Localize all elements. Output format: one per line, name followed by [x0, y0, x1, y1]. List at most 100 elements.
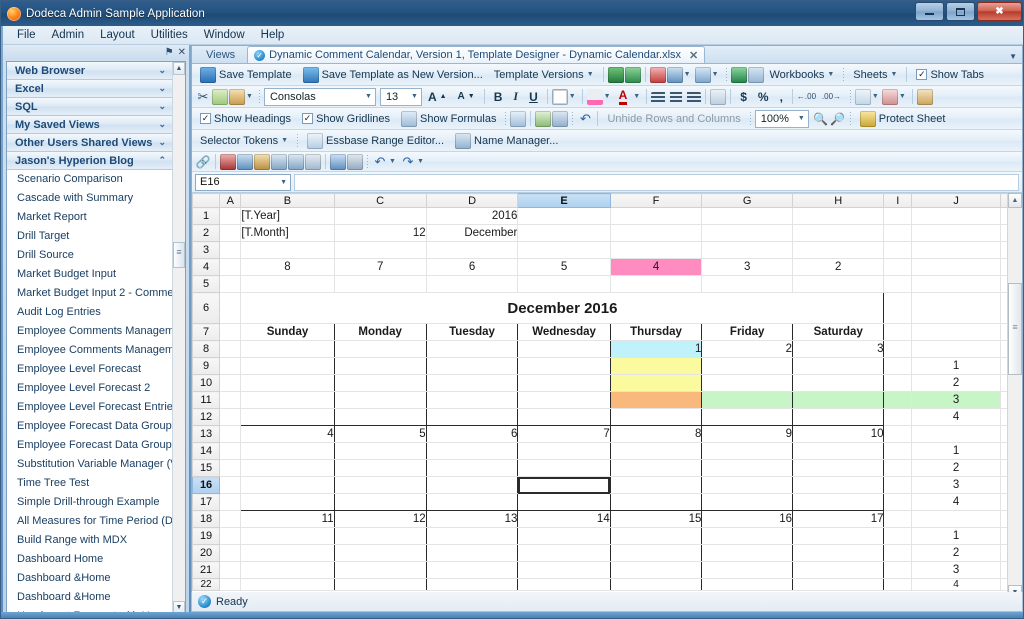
cell-E8[interactable]	[517, 340, 611, 358]
cell-C2[interactable]: 12	[334, 224, 427, 242]
cell-J20[interactable]: 2	[911, 544, 1002, 562]
cell-H18[interactable]: 17	[792, 510, 885, 528]
row-header-13[interactable]: 13	[192, 425, 221, 443]
cell-I7[interactable]	[883, 323, 913, 341]
cell-I17[interactable]	[883, 493, 913, 511]
list-item[interactable]: Employee Level Forecast 2	[7, 379, 172, 398]
pdf-export-icon[interactable]	[649, 66, 666, 83]
fill-color-icon[interactable]	[586, 88, 603, 105]
cell-J17[interactable]: 4	[911, 493, 1002, 511]
show-formulas-button[interactable]: Show Formulas	[396, 109, 501, 128]
row-header-7[interactable]: 7	[192, 323, 221, 341]
cell-C17[interactable]	[334, 493, 427, 511]
cell-B13[interactable]: 4	[240, 425, 335, 443]
cell-J2[interactable]	[911, 224, 1002, 242]
cell-D1[interactable]: 2016	[426, 207, 519, 225]
cell-J10[interactable]: 2	[911, 374, 1002, 392]
cell-D5[interactable]	[426, 275, 519, 293]
grid-vertical-scrollbar[interactable]: ▲ ▼	[1007, 193, 1022, 600]
zoom-out-essbase-icon[interactable]	[254, 153, 270, 170]
worksheet-icon[interactable]	[747, 66, 764, 83]
column-header-b[interactable]: B	[240, 193, 335, 208]
hide-column-icon[interactable]	[535, 110, 552, 127]
cut-icon[interactable]: ✂	[195, 89, 211, 105]
cell-A19[interactable]	[219, 527, 242, 545]
cell-H9[interactable]	[792, 357, 885, 375]
row-header-17[interactable]: 17	[192, 493, 221, 511]
cell-G17[interactable]	[701, 493, 793, 511]
row-header-11[interactable]: 11	[192, 391, 221, 409]
scroll-up-arrow-icon[interactable]: ▲	[173, 62, 185, 75]
accordion-group-web-browser[interactable]: Web Browser ⌄	[7, 62, 172, 80]
tab-views[interactable]: Views	[192, 47, 247, 63]
cell-C5[interactable]	[334, 275, 427, 293]
list-item[interactable]: Scenario Comparison	[7, 170, 172, 189]
drill-through-icon[interactable]	[347, 153, 363, 170]
cell-H21[interactable]	[792, 561, 885, 579]
percent-format-button[interactable]: %	[753, 87, 774, 106]
paste-icon[interactable]	[229, 88, 245, 105]
cell-G15[interactable]	[701, 459, 793, 477]
list-item[interactable]: Employee Forecast Data Grouping 2	[7, 436, 172, 455]
list-item[interactable]: Market Budget Input	[7, 265, 172, 284]
cell-A2[interactable]	[219, 224, 242, 242]
cell-F1[interactable]	[610, 207, 703, 225]
cell-C18[interactable]: 12	[334, 510, 427, 528]
print-icon[interactable]	[666, 66, 683, 83]
column-header-i[interactable]: I	[883, 193, 913, 208]
cell-C9[interactable]	[334, 357, 427, 375]
merge-cells-icon[interactable]	[710, 88, 727, 105]
cell-E20[interactable]	[517, 544, 611, 562]
cell-E10[interactable]	[517, 374, 611, 392]
cell-I16[interactable]	[883, 476, 913, 494]
row-header-15[interactable]: 15	[192, 459, 221, 477]
cell-H15[interactable]	[792, 459, 885, 477]
cell-F5[interactable]	[610, 275, 703, 293]
cell-B18[interactable]: 11	[240, 510, 335, 528]
cell-I8[interactable]	[883, 340, 913, 358]
cell-G4[interactable]: 3	[701, 258, 793, 276]
chevron-down-icon[interactable]: ▼	[712, 71, 719, 78]
cell-C4[interactable]: 7	[334, 258, 427, 276]
minimize-button[interactable]	[915, 2, 944, 21]
align-center-icon[interactable]	[668, 91, 685, 104]
row-header-5[interactable]: 5	[192, 275, 221, 293]
hide-row-icon[interactable]	[552, 110, 569, 127]
column-header-a[interactable]: A	[219, 193, 242, 208]
cell-D8[interactable]	[426, 340, 519, 358]
cell-I10[interactable]	[883, 374, 913, 392]
cell-H3[interactable]	[792, 241, 885, 259]
cell-H1[interactable]	[792, 207, 885, 225]
list-item[interactable]: Dashboard &Home	[7, 588, 172, 607]
align-left-icon[interactable]	[651, 91, 668, 104]
cell-G10[interactable]	[701, 374, 793, 392]
cell-G11[interactable]	[701, 391, 793, 409]
cell-J6[interactable]	[911, 292, 1002, 324]
maximize-button[interactable]	[946, 2, 975, 21]
cell-G8[interactable]: 2	[701, 340, 793, 358]
cell-J18[interactable]	[911, 510, 1002, 528]
list-item[interactable]: Market Budget Input 2 - Comments	[7, 284, 172, 303]
row-header-6[interactable]: 6	[192, 292, 221, 324]
cell-A13[interactable]	[219, 425, 242, 443]
cell-E21[interactable]	[517, 561, 611, 579]
accordion-group-other-users-shared-views[interactable]: Other Users Shared Views ⌄	[7, 134, 172, 152]
zoom-in-icon[interactable]: 🔍	[813, 111, 829, 127]
cell-F4[interactable]: 4	[610, 258, 703, 276]
cell-H17[interactable]	[792, 493, 885, 511]
cell-C1[interactable]	[334, 207, 427, 225]
cell-J19[interactable]: 1	[911, 527, 1002, 545]
cell-E22[interactable]	[517, 578, 611, 591]
cell-B5[interactable]	[240, 275, 335, 293]
cell-F10[interactable]	[610, 374, 703, 392]
connect-icon[interactable]: 🔗	[195, 154, 211, 170]
list-item[interactable]: Cascade with Summary	[7, 189, 172, 208]
cell-E19[interactable]	[517, 527, 611, 545]
format-cells-icon[interactable]	[916, 88, 933, 105]
cell-G2[interactable]	[701, 224, 793, 242]
show-headings-checkbox[interactable]: ✓ Show Headings	[195, 109, 296, 128]
cell-E14[interactable]	[517, 442, 611, 460]
cell-I18[interactable]	[883, 510, 913, 528]
weekday-header-tuesday[interactable]: Tuesday	[426, 323, 519, 341]
cell-B17[interactable]	[240, 493, 335, 511]
